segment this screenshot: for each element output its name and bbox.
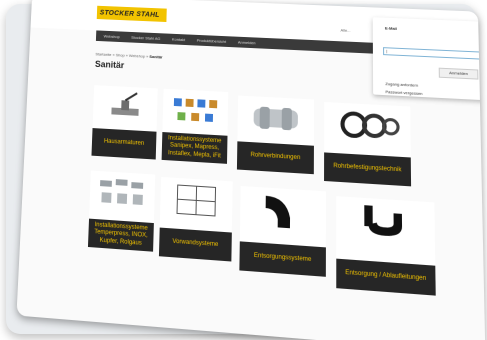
drain-bend-icon (265, 195, 291, 229)
login-title: E-Mail (384, 25, 397, 31)
category-tile[interactable]: Vorwandsysteme (158, 176, 233, 262)
category-tile[interactable]: Entsorgung / Ablaufleitungen (336, 196, 436, 296)
coupling-icon (253, 106, 298, 131)
stage: STOCKER STAHL Alle... Webshop Stocker St… (0, 0, 487, 340)
siphon-icon (364, 205, 403, 237)
tile-label: Vorwandsysteme (158, 227, 232, 262)
request-access-link[interactable]: Zugang anfordern (385, 81, 418, 88)
tile-label: Rohrbefestigungstechnik (324, 152, 412, 187)
tile-label: Installationssysteme Sanipex, Mapress, I… (161, 132, 228, 164)
email-input[interactable]: | (383, 47, 481, 60)
tile-image (324, 102, 411, 150)
login-button[interactable]: Anmelden (438, 67, 479, 80)
tile-image (89, 170, 156, 217)
frame-icon (171, 181, 222, 221)
category-tile[interactable]: Installationssysteme Temperpress, INOX, … (87, 170, 156, 252)
press-fittings-icon (100, 179, 144, 205)
tile-label: Rohrverbindungen (236, 141, 314, 175)
tile-image (237, 95, 315, 142)
tile-image (92, 85, 158, 130)
forgot-password-link[interactable]: Passwort vergessen (385, 89, 422, 96)
screen: STOCKER STAHL Alle... Webshop Stocker St… (16, 0, 486, 340)
valve-icon (111, 90, 145, 116)
tile-image (159, 176, 233, 225)
category-tile[interactable]: Installationssysteme Sanipex, Mapress, I… (161, 88, 229, 164)
category-tile[interactable]: Entsorgungssysteme (239, 185, 327, 277)
tile-label: Entsorgung / Ablaufleitungen (336, 258, 436, 296)
login-dropdown: E-Mail | Anmelden Zugang anfordern Passw… (372, 17, 486, 101)
fittings-icon (173, 98, 218, 122)
pipe-clamp-icon (331, 105, 403, 145)
category-tile[interactable]: Hausarmaturen (91, 85, 158, 160)
tile-image (336, 196, 436, 247)
tile-label: Entsorgungssysteme (239, 241, 326, 277)
tile-label: Hausarmaturen (91, 128, 157, 160)
tile-image (240, 185, 327, 235)
category-tile[interactable]: Rohrverbindungen (236, 95, 315, 175)
category-tile[interactable]: Rohrbefestigungstechnik (324, 102, 412, 187)
tile-image (162, 88, 229, 134)
tile-label: Installationssysteme Temperpress, INOX, … (87, 218, 154, 252)
